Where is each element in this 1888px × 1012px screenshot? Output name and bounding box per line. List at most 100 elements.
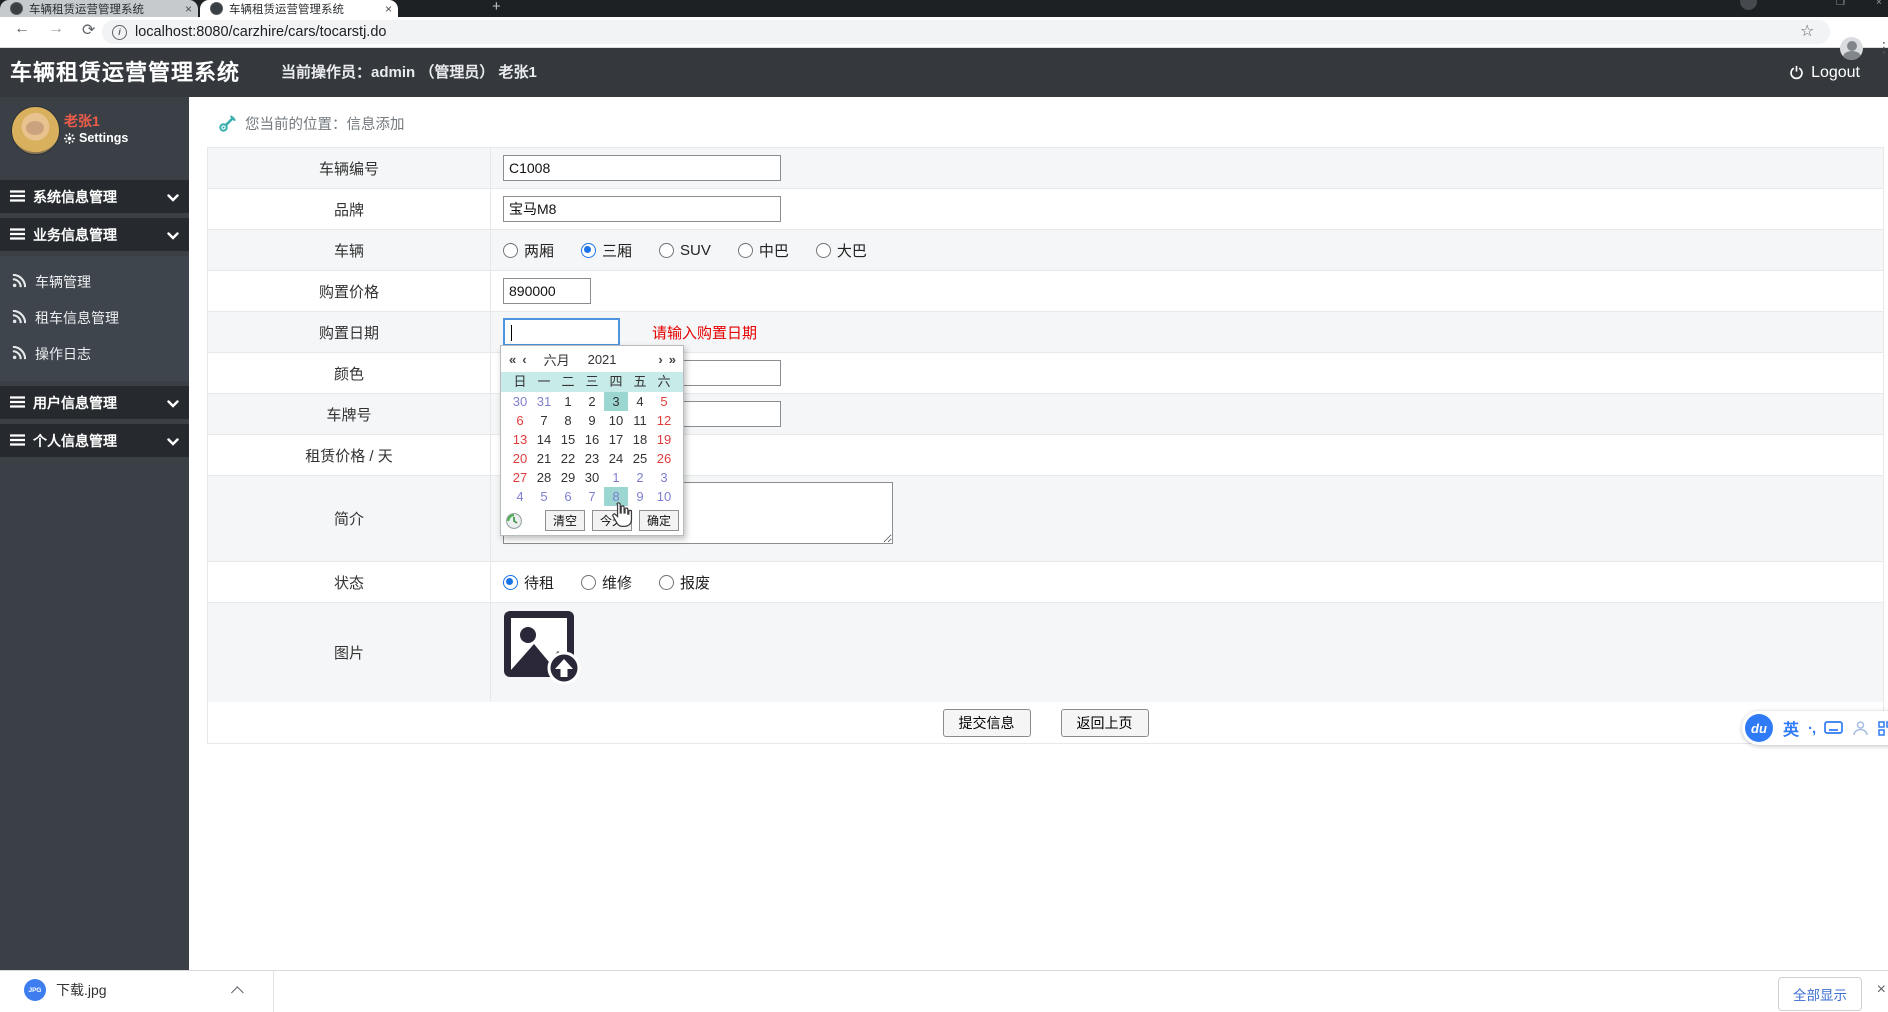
calendar-day-cell[interactable]: 18 [628,430,652,449]
ime-toolbox-icon[interactable] [1878,720,1888,736]
close-window-icon[interactable]: × [1876,0,1882,8]
text-input-1[interactable] [503,196,781,222]
calendar-day-cell[interactable]: 31 [532,392,556,411]
sidebar-group-业务信息管理[interactable]: 业务信息管理 [0,218,189,251]
browser-profile-avatar[interactable] [1840,37,1863,60]
calendar-day-cell[interactable]: 1 [604,468,628,487]
calendar-day-cell[interactable]: 27 [508,468,532,487]
calendar-clear-button[interactable]: 清空 [544,510,585,531]
calendar-day-cell[interactable]: 17 [604,430,628,449]
sidebar-item-操作日志[interactable]: 操作日志 [0,336,189,372]
settings-link[interactable]: Settings [64,131,128,145]
download-chevron-up-icon[interactable] [230,985,244,999]
browser-tab[interactable]: 车辆租赁运营管理系统 × [200,0,398,17]
sidebar-group-个人信息管理[interactable]: 个人信息管理 [0,424,189,457]
calendar-day-cell[interactable]: 22 [556,449,580,468]
calendar-day-cell[interactable]: 28 [532,468,556,487]
image-upload-icon[interactable] [503,609,585,687]
ime-punctuation-icon[interactable]: ·, [1808,720,1816,737]
calendar-day-cell[interactable]: 2 [580,392,604,411]
radio-unselected-icon[interactable] [659,242,675,258]
reload-icon[interactable]: ⟳ [82,20,95,40]
calendar-day-cell[interactable]: 7 [580,487,604,506]
calendar-day-cell[interactable]: 13 [508,430,532,449]
restore-window-icon[interactable]: ❐ [1836,0,1845,8]
calendar-day-cell[interactable]: 19 [652,430,676,449]
calendar-day-cell[interactable]: 9 [580,411,604,430]
radio-option-三厢[interactable]: 三厢 [581,240,632,261]
radio-option-报废[interactable]: 报废 [659,572,710,593]
new-tab-button[interactable]: + [492,0,501,15]
next-year-icon[interactable]: » [666,352,679,367]
radio-option-大巴[interactable]: 大巴 [815,240,867,261]
radio-selected-icon[interactable] [503,574,518,590]
extension-icon[interactable] [1740,0,1757,10]
calendar-day-cell[interactable]: 10 [652,487,676,506]
clock-icon[interactable] [505,512,523,530]
radio-option-待租[interactable]: 待租 [503,572,554,593]
calendar-ok-button[interactable]: 确定 [638,510,679,531]
bookmark-star-icon[interactable]: ☆ [1800,21,1814,41]
calendar-day-cell[interactable]: 12 [652,411,676,430]
calendar-day-cell[interactable]: 30 [508,392,532,411]
ime-language-mode[interactable]: 英 [1783,716,1799,740]
radio-unselected-icon[interactable] [659,574,675,590]
calendar-day-cell[interactable]: 3 [652,468,676,487]
calendar-day-cell[interactable]: 3 [604,392,628,411]
calendar-day-cell[interactable]: 20 [508,449,532,468]
text-input-3[interactable] [503,278,591,304]
tab-close-icon[interactable]: × [185,2,192,16]
calendar-day-cell[interactable]: 8 [556,411,580,430]
text-input-0[interactable] [503,155,781,181]
calendar-day-cell[interactable]: 10 [604,411,628,430]
ime-keyboard-icon[interactable] [1824,720,1844,736]
calendar-day-cell[interactable]: 16 [580,430,604,449]
sidebar-item-租车信息管理[interactable]: 租车信息管理 [0,300,189,336]
download-bar-close-icon[interactable]: × [1877,981,1886,999]
prev-year-icon[interactable]: « [506,352,519,367]
radio-option-中巴[interactable]: 中巴 [737,240,789,261]
site-info-icon[interactable]: i [112,24,127,40]
tab-close-icon[interactable]: × [385,2,392,16]
calendar-day-cell[interactable]: 1 [556,392,580,411]
calendar-month-select[interactable]: 六月 [544,350,570,369]
submit-button[interactable]: 提交信息 [942,708,1031,737]
browser-menu-icon[interactable]: ⋮ [1877,39,1888,56]
calendar-day-cell[interactable]: 7 [532,411,556,430]
image-upload-button[interactable] [503,609,585,692]
radio-unselected-icon[interactable] [581,574,597,590]
radio-unselected-icon[interactable] [815,242,831,258]
download-item[interactable]: JPG 下载.jpg [24,979,244,1001]
calendar-day-cell[interactable]: 2 [628,468,652,487]
browser-tab[interactable]: 车辆租赁运营管理系统 × [0,0,198,17]
calendar-day-cell[interactable]: 6 [508,411,532,430]
user-avatar[interactable] [11,106,60,155]
calendar-day-cell[interactable]: 6 [556,487,580,506]
radio-selected-icon[interactable] [581,242,597,258]
calendar-day-cell[interactable]: 26 [652,449,676,468]
calendar-day-cell[interactable]: 25 [628,449,652,468]
show-all-downloads-button[interactable]: 全部显示 [1778,977,1862,1011]
back-icon[interactable]: ← [14,20,30,38]
sidebar-item-车辆管理[interactable]: 车辆管理 [0,264,189,300]
calendar-year-select[interactable]: 2021 [588,352,617,367]
calendar-day-cell[interactable]: 4 [628,392,652,411]
ime-profile-icon[interactable] [1852,720,1869,736]
radio-unselected-icon[interactable] [737,242,753,258]
radio-option-两厢[interactable]: 两厢 [503,240,554,261]
calendar-day-cell[interactable]: 4 [508,487,532,506]
calendar-day-cell[interactable]: 21 [532,449,556,468]
sidebar-group-系统信息管理[interactable]: 系统信息管理 [0,180,189,213]
calendar-day-cell[interactable]: 5 [532,487,556,506]
calendar-day-cell[interactable]: 14 [532,430,556,449]
next-month-icon[interactable]: › [655,352,665,367]
calendar-day-cell[interactable]: 24 [604,449,628,468]
calendar-day-cell[interactable]: 11 [628,411,652,430]
calendar-day-cell[interactable]: 5 [652,392,676,411]
forward-icon[interactable]: → [48,20,64,38]
back-button[interactable]: 返回上页 [1060,708,1149,737]
baidu-ime-logo-icon[interactable]: du [1745,714,1773,742]
prev-month-icon[interactable]: ‹ [519,352,529,367]
sidebar-group-用户信息管理[interactable]: 用户信息管理 [0,386,189,419]
calendar-day-cell[interactable]: 29 [556,468,580,487]
